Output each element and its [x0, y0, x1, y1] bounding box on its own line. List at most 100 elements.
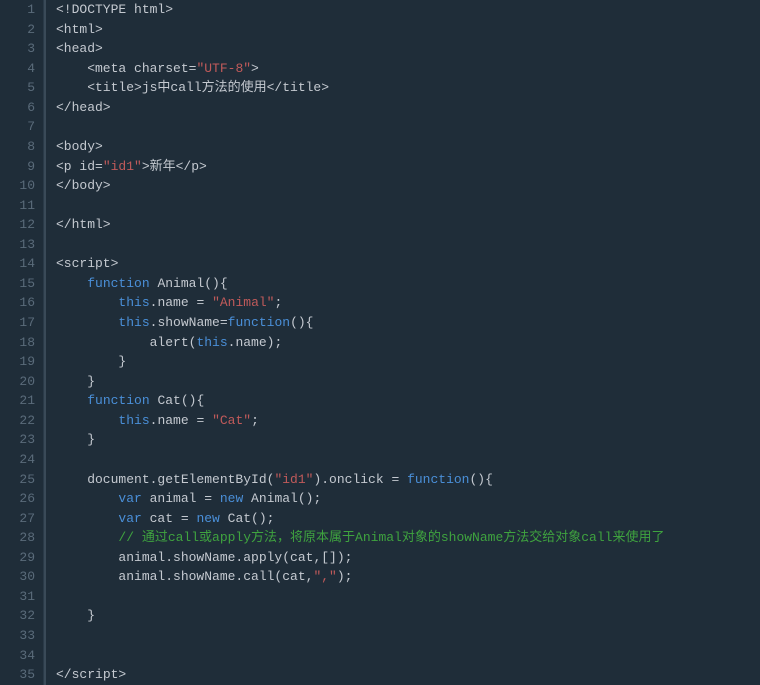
code-line[interactable]: }	[56, 430, 760, 450]
code-token: .showName=	[150, 315, 228, 330]
code-token: this	[118, 315, 149, 330]
line-number: 12	[0, 215, 35, 235]
line-number: 18	[0, 333, 35, 353]
code-token: ;	[251, 413, 259, 428]
code-line[interactable]: animal.showName.apply(cat,[]);	[56, 548, 760, 568]
line-number: 4	[0, 59, 35, 79]
code-line[interactable]: var animal = new Animal();	[56, 489, 760, 509]
code-token: document.getElementById(	[56, 472, 274, 487]
line-number: 9	[0, 157, 35, 177]
line-number: 32	[0, 606, 35, 626]
line-number: 27	[0, 509, 35, 529]
code-line[interactable]	[56, 626, 760, 646]
code-line[interactable]: animal.showName.call(cat,",");	[56, 567, 760, 587]
code-token: function	[228, 315, 290, 330]
code-token: </html>	[56, 217, 111, 232]
line-number: 6	[0, 98, 35, 118]
line-number: 1	[0, 0, 35, 20]
line-number: 26	[0, 489, 35, 509]
code-line[interactable]: <meta charset="UTF-8">	[56, 59, 760, 79]
code-token	[56, 491, 118, 506]
code-token: <script>	[56, 256, 118, 271]
code-line[interactable]: <html>	[56, 20, 760, 40]
code-line[interactable]	[56, 235, 760, 255]
code-line[interactable]: function Cat(){	[56, 391, 760, 411]
line-number: 21	[0, 391, 35, 411]
code-line[interactable]	[56, 450, 760, 470]
code-token: animal.showName.apply(cat,[]);	[56, 550, 352, 565]
line-number: 28	[0, 528, 35, 548]
code-token: <meta charset=	[56, 61, 196, 76]
code-line[interactable]: </head>	[56, 98, 760, 118]
code-line[interactable]: }	[56, 606, 760, 626]
code-token: this	[196, 335, 227, 350]
code-token: cat =	[142, 511, 197, 526]
code-line[interactable]	[56, 646, 760, 666]
line-number: 30	[0, 567, 35, 587]
code-line[interactable]: <p id="id1">新年</p>	[56, 157, 760, 177]
line-number: 5	[0, 78, 35, 98]
code-token	[56, 295, 118, 310]
line-number: 14	[0, 254, 35, 274]
code-token: ).onclick =	[313, 472, 407, 487]
line-number: 11	[0, 196, 35, 216]
code-line[interactable]: // 通过call或apply方法，将原本属于Animal对象的showName…	[56, 528, 760, 548]
line-number: 20	[0, 372, 35, 392]
code-line[interactable]: </html>	[56, 215, 760, 235]
code-line[interactable]: <script>	[56, 254, 760, 274]
code-line[interactable]: <head>	[56, 39, 760, 59]
code-token: new	[196, 511, 219, 526]
line-number: 23	[0, 430, 35, 450]
code-line[interactable]: this.showName=function(){	[56, 313, 760, 333]
line-number: 2	[0, 20, 35, 40]
code-token: <title>js中call方法的使用</title>	[56, 80, 329, 95]
code-line[interactable]: </body>	[56, 176, 760, 196]
code-line[interactable]: this.name = "Cat";	[56, 411, 760, 431]
code-line[interactable]	[56, 117, 760, 137]
code-line[interactable]: document.getElementById("id1").onclick =…	[56, 470, 760, 490]
code-line[interactable]	[56, 587, 760, 607]
code-token: </head>	[56, 100, 111, 115]
code-token: "Animal"	[212, 295, 274, 310]
code-token: var	[118, 511, 141, 526]
code-line[interactable]: }	[56, 352, 760, 372]
code-token: var	[118, 491, 141, 506]
code-token: alert(	[56, 335, 196, 350]
code-token: this	[118, 413, 149, 428]
code-token: <html>	[56, 22, 103, 37]
line-number: 3	[0, 39, 35, 59]
line-number-gutter: 1234567891011121314151617181920212223242…	[0, 0, 44, 685]
code-line[interactable]: var cat = new Cat();	[56, 509, 760, 529]
code-line[interactable]: function Animal(){	[56, 274, 760, 294]
code-token: Animal();	[243, 491, 321, 506]
code-editor[interactable]: 1234567891011121314151617181920212223242…	[0, 0, 760, 685]
code-area[interactable]: <!DOCTYPE html> <html> <head> <meta charse…	[46, 0, 760, 685]
code-line[interactable]: this.name = "Animal";	[56, 293, 760, 313]
code-token: // 通过call或apply方法，将原本属于Animal对象的showName…	[118, 530, 664, 545]
code-line[interactable]: }	[56, 372, 760, 392]
line-number: 33	[0, 626, 35, 646]
code-token: Animal(){	[150, 276, 228, 291]
code-token: animal =	[142, 491, 220, 506]
code-token: (){	[470, 472, 493, 487]
code-line[interactable]: <!DOCTYPE html>	[56, 0, 760, 20]
code-token: }	[56, 608, 95, 623]
code-token: <p id=	[56, 159, 103, 174]
code-token: <!DOCTYPE html>	[56, 2, 173, 17]
code-token	[56, 393, 87, 408]
code-token	[56, 413, 118, 428]
code-line[interactable]: <title>js中call方法的使用</title>	[56, 78, 760, 98]
code-token: ","	[313, 569, 336, 584]
code-line[interactable]: </script>	[56, 665, 760, 685]
code-token: >	[251, 61, 259, 76]
code-line[interactable]: alert(this.name);	[56, 333, 760, 353]
code-token: function	[87, 276, 149, 291]
line-number: 7	[0, 117, 35, 137]
code-line[interactable]	[56, 196, 760, 216]
code-token	[56, 315, 118, 330]
line-number: 34	[0, 646, 35, 666]
line-number: 16	[0, 293, 35, 313]
line-number: 10	[0, 176, 35, 196]
code-line[interactable]: <body>	[56, 137, 760, 157]
code-token: <head>	[56, 41, 103, 56]
